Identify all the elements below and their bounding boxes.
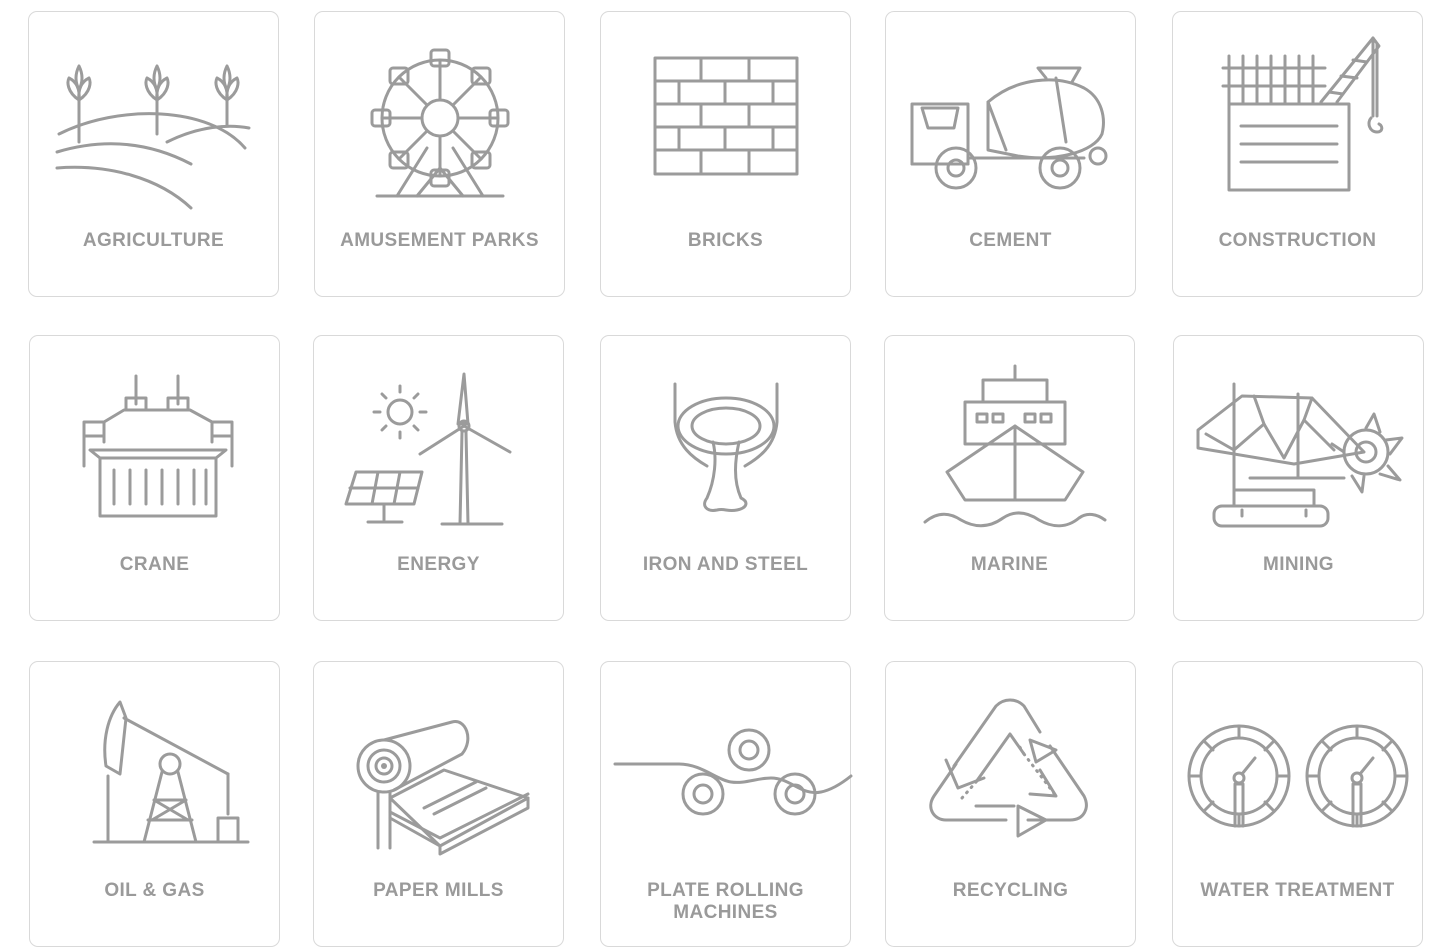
industry-card-crane[interactable]: CRANE (29, 335, 280, 621)
industry-card-paper-mills[interactable]: PAPER MILLS (313, 661, 564, 947)
industry-card-construction[interactable]: CONSTRUCTION (1172, 11, 1423, 297)
industry-card-bricks[interactable]: BRICKS (600, 11, 851, 297)
ship-icon (905, 362, 1116, 532)
industry-label: PLATE ROLLING MACHINES (647, 880, 804, 923)
recycling-icon (906, 688, 1117, 858)
industry-label: PAPER MILLS (373, 880, 504, 901)
industry-card-marine[interactable]: MARINE (884, 335, 1135, 621)
industry-card-iron-and-steel[interactable]: IRON AND STEEL (600, 335, 851, 621)
ferris-wheel-icon (335, 38, 546, 208)
construction-crane-icon (1193, 36, 1404, 208)
rolling-rollers-icon (613, 688, 853, 858)
industry-card-amusement-parks[interactable]: AMUSEMENT PARKS (314, 11, 565, 297)
industry-label: MINING (1262, 554, 1334, 575)
paper-roll-icon (334, 688, 545, 858)
industry-label: WATER TREATMENT (1200, 880, 1395, 901)
industry-label: MARINE (970, 554, 1049, 575)
agriculture-icon (49, 38, 260, 210)
industry-label: AGRICULTURE (82, 230, 225, 251)
bucket-wheel-excavator-icon (1194, 362, 1405, 532)
industry-card-mining[interactable]: MINING (1173, 335, 1424, 621)
industry-label: ENERGY (397, 554, 480, 575)
industry-card-energy[interactable]: ENERGY (313, 335, 564, 621)
industry-label: IRON AND STEEL (642, 554, 809, 575)
brick-wall-icon (621, 38, 832, 208)
industry-card-recycling[interactable]: RECYCLING (885, 661, 1136, 947)
industry-card-cement[interactable]: CEMENT (885, 11, 1136, 297)
cement-mixer-truck-icon (906, 38, 1117, 208)
industry-card-oil-gas[interactable]: OIL & GAS (29, 661, 280, 947)
industry-label: BRICKS (687, 230, 764, 251)
industry-label: CONSTRUCTION (1218, 230, 1377, 251)
renewable-energy-icon (334, 362, 545, 532)
industry-label: CRANE (119, 554, 190, 575)
ladle-icon (621, 362, 832, 532)
water-treatment-gauge-icon (1187, 688, 1409, 858)
industry-card-water-treatment[interactable]: WATER TREATMENT (1172, 661, 1423, 947)
industry-label: OIL & GAS (104, 880, 205, 901)
industry-label: RECYCLING (952, 880, 1069, 901)
industry-label: CEMENT (969, 230, 1052, 251)
oil-pumpjack-icon (50, 688, 261, 858)
industry-card-plate-rolling-machines[interactable]: PLATE ROLLING MACHINES (600, 661, 853, 947)
industry-label: AMUSEMENT PARKS (340, 230, 539, 251)
industry-card-agriculture[interactable]: AGRICULTURE (28, 11, 279, 297)
container-crane-icon (50, 362, 261, 532)
